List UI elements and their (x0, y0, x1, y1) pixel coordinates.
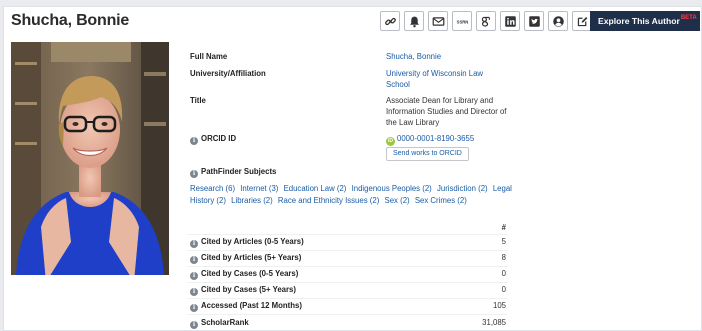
info-icon: i (190, 256, 198, 264)
twitter-icon[interactable] (524, 11, 544, 31)
orcid-label: ORCID ID (201, 134, 237, 143)
metric-row-label: i ScholarRank (190, 318, 249, 329)
link-icon[interactable] (380, 11, 400, 31)
metrics-divider (187, 266, 507, 267)
envelope-icon[interactable] (428, 11, 448, 31)
google-scholar-icon[interactable] (476, 11, 496, 31)
full-name-value[interactable]: Shucha, Bonnie (386, 51, 506, 62)
bell-icon[interactable] (404, 11, 424, 31)
subject-link[interactable]: Race and Ethnicity Issues (2) (278, 196, 379, 205)
author-name-heading: Shucha, Bonnie (11, 12, 130, 29)
subjects-list: Research (6) Internet (3) Education Law … (190, 183, 515, 207)
metric-value: 0 (501, 285, 506, 294)
metric-label: Cited by Cases (5+ Years) (201, 285, 296, 294)
metric-row-label: i Cited by Articles (0-5 Years) (190, 237, 304, 248)
ssrn-icon[interactable]: SSRN (452, 11, 472, 31)
metric-value: 31,085 (482, 318, 506, 327)
metric-row-label: i Cited by Articles (5+ Years) (190, 253, 301, 264)
affiliation-value[interactable]: University of Wisconsin Law School (386, 68, 496, 90)
metric-value: 5 (501, 237, 506, 246)
info-icon: i (190, 321, 198, 329)
subject-link[interactable]: Indigenous Peoples (2) (352, 184, 432, 193)
info-icon: i (190, 240, 198, 248)
metric-row-label: i Cited by Cases (5+ Years) (190, 285, 296, 296)
subject-link[interactable]: Research (6) (190, 184, 235, 193)
subject-link[interactable]: Education Law (2) (284, 184, 347, 193)
orcid-value-row[interactable]: iD 0000-0001-8190-3655 (386, 133, 526, 146)
subject-link[interactable]: Sex (2) (385, 196, 410, 205)
author-photo (11, 42, 169, 275)
subject-link[interactable]: Internet (3) (240, 184, 278, 193)
edit-icon[interactable] (572, 11, 592, 31)
full-name-label: Full Name (190, 52, 228, 61)
explore-this-author-button[interactable]: Explore This Author BETA (590, 11, 700, 31)
user-circle-icon[interactable] (548, 11, 568, 31)
linkedin-icon[interactable] (500, 11, 520, 31)
info-icon: i (190, 304, 198, 312)
orcid-icon: iD (386, 137, 395, 146)
metrics-divider (187, 298, 507, 299)
metric-label: Cited by Cases (0-5 Years) (201, 269, 299, 278)
metric-value: 0 (501, 269, 506, 278)
metric-row-label: i Cited by Cases (0-5 Years) (190, 269, 298, 280)
metric-label: Cited by Articles (5+ Years) (201, 253, 302, 262)
subjects-label-row: i PathFinder Subjects (190, 167, 276, 178)
title-label: Title (190, 96, 206, 105)
subject-link[interactable]: Jurisdiction (2) (437, 184, 488, 193)
metric-label: Cited by Articles (0-5 Years) (201, 237, 304, 246)
metric-value: 105 (492, 301, 506, 310)
metric-label: Accessed (Past 12 Months) (201, 301, 302, 310)
beta-badge: BETA (680, 15, 697, 21)
subjects-label: PathFinder Subjects (201, 167, 277, 176)
subject-link[interactable]: Libraries (2) (231, 196, 273, 205)
metrics-divider (187, 234, 507, 235)
metric-value: 8 (501, 253, 506, 262)
orcid-value[interactable]: 0000-0001-8190-3655 (397, 134, 474, 143)
info-icon: i (190, 137, 198, 145)
metrics-divider (187, 282, 507, 283)
send-works-to-orcid-button[interactable]: Send works to ORCID (386, 147, 469, 161)
explore-label: Explore This Author (598, 16, 680, 26)
metrics-header: # (501, 223, 506, 232)
title-value: Associate Dean for Library and Informati… (386, 96, 507, 127)
info-icon: i (190, 170, 198, 178)
metrics-divider (187, 314, 507, 315)
ssrn-text: SSRN (456, 19, 468, 24)
info-icon: i (190, 288, 198, 296)
info-icon: i (190, 272, 198, 280)
subject-link[interactable]: Sex Crimes (2) (415, 196, 467, 205)
metrics-divider (187, 250, 507, 251)
metric-row-label: i Accessed (Past 12 Months) (190, 301, 302, 312)
orcid-label-row: i ORCID ID (190, 134, 236, 145)
author-toolbar: SSRN (380, 11, 592, 31)
metric-label: ScholarRank (201, 318, 249, 327)
affiliation-label: University/Affiliation (190, 69, 266, 78)
